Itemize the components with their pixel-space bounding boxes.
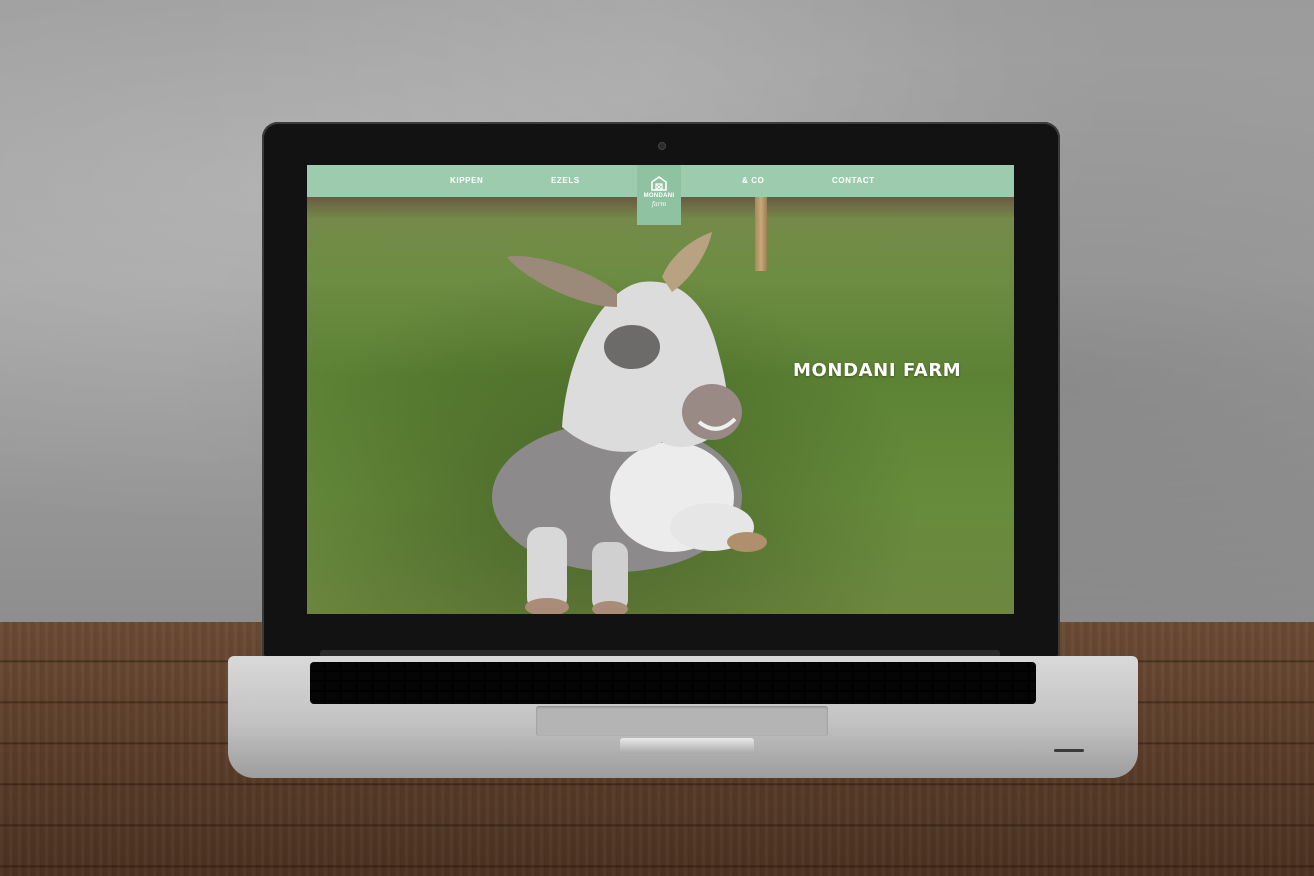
website-screen: KIPPEN EZELS & CO CONTACT MONDANI farm M… bbox=[307, 165, 1014, 614]
nav-link-and-co[interactable]: & CO bbox=[742, 165, 764, 197]
site-logo[interactable]: MONDANI farm bbox=[637, 165, 681, 225]
laptop-keyboard bbox=[310, 662, 1036, 704]
logo-name: MONDANI bbox=[643, 193, 675, 199]
laptop-trackpad bbox=[536, 706, 828, 736]
hero-title: MONDANI FARM bbox=[793, 360, 962, 381]
logo-subtitle: farm bbox=[651, 201, 667, 208]
laptop-indicator bbox=[1054, 749, 1084, 752]
laptop-notch bbox=[620, 738, 754, 754]
nav-link-contact[interactable]: CONTACT bbox=[832, 165, 875, 197]
webcam-icon bbox=[658, 142, 666, 150]
barn-icon bbox=[651, 176, 667, 191]
nav-link-kippen[interactable]: KIPPEN bbox=[450, 165, 483, 197]
nav-link-ezels[interactable]: EZELS bbox=[551, 165, 580, 197]
donkey-photo bbox=[492, 232, 767, 614]
